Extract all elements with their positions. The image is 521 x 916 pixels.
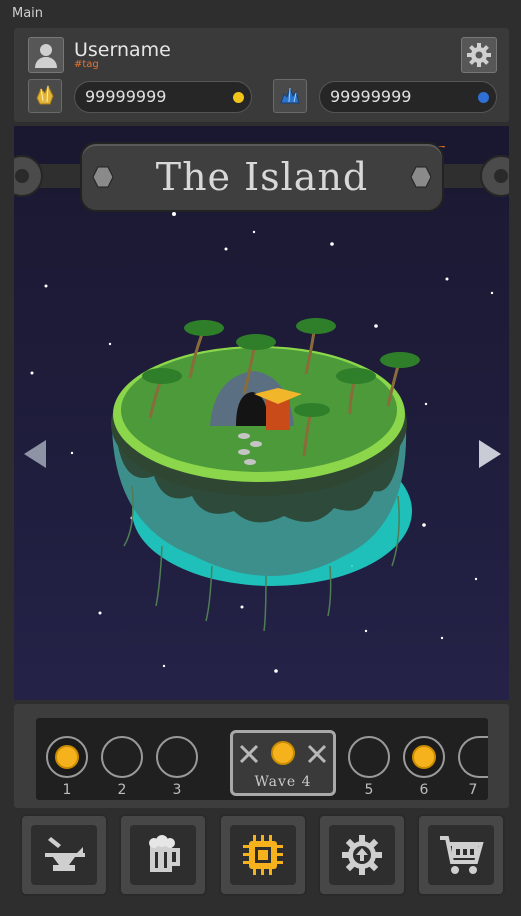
- shop-button[interactable]: [417, 814, 505, 896]
- wave-button-6[interactable]: [403, 736, 445, 778]
- chip-button[interactable]: [219, 814, 307, 896]
- gold-dot: [233, 92, 244, 103]
- user-tag: #tag: [74, 59, 99, 70]
- crossed-swords-icon: [239, 744, 259, 764]
- upgrade-gear-icon: [342, 835, 382, 875]
- current-wave[interactable]: Wave 4: [230, 730, 336, 796]
- gold-counter: 99999999: [74, 81, 252, 113]
- wave-label: 7: [468, 782, 478, 798]
- gold-crystal-icon: [36, 84, 54, 105]
- bolt-icon: [410, 166, 432, 188]
- app-frame: Main Username #tag 99999999 99999999 The…: [0, 0, 521, 916]
- wave-label: 5: [364, 782, 374, 798]
- arrow-left-icon: [24, 440, 46, 468]
- gold-resource-icon-box: [28, 79, 62, 113]
- shop-cart-icon: [440, 836, 484, 874]
- coin-icon: [271, 741, 295, 765]
- wave-label: 3: [172, 782, 182, 798]
- upgrade-button[interactable]: [318, 814, 406, 896]
- crossed-swords-icon: [307, 744, 327, 764]
- gear-icon: [467, 43, 491, 67]
- coin-icon: [412, 745, 436, 769]
- current-wave-label: Wave 4: [254, 774, 312, 790]
- next-island-button[interactable]: [475, 436, 505, 472]
- shop-face: [428, 825, 494, 885]
- avatar[interactable]: [28, 37, 64, 73]
- forge-face: [31, 825, 97, 885]
- gem-counter: 99999999: [319, 81, 497, 113]
- gem-value: 99999999: [330, 87, 412, 106]
- island-scene: The Island: [14, 126, 509, 700]
- title-banner: The Island: [14, 138, 509, 214]
- beer-mug-icon: [149, 835, 180, 872]
- anvil-icon: [45, 837, 85, 871]
- gold-value: 99999999: [85, 87, 167, 106]
- wave-label: 1: [62, 782, 72, 798]
- wave-button-1[interactable]: [46, 736, 88, 778]
- bolt-icon: [92, 166, 114, 188]
- upgrade-face: [329, 825, 395, 885]
- wave-button-3[interactable]: [156, 736, 198, 778]
- settings-button[interactable]: [461, 37, 497, 73]
- title-plate: The Island: [80, 142, 444, 212]
- player-header: Username #tag 99999999 99999999: [14, 28, 509, 122]
- prev-island-button[interactable]: [20, 436, 50, 472]
- wave-label: 2: [117, 782, 127, 798]
- wave-track: 1 2 3 Wave 4 5 6 7: [36, 718, 488, 800]
- username: Username: [74, 39, 171, 61]
- arrow-right-icon: [479, 440, 501, 468]
- forge-button[interactable]: [20, 814, 108, 896]
- blue-gem-icon: [280, 86, 300, 104]
- tavern-face: [130, 825, 196, 885]
- wave-button-2[interactable]: [101, 736, 143, 778]
- gem-dot: [478, 92, 489, 103]
- window-title: Main: [12, 6, 44, 21]
- wave-selector-panel: 1 2 3 Wave 4 5 6 7: [14, 704, 509, 808]
- wave-label: 6: [419, 782, 429, 798]
- tavern-button[interactable]: [119, 814, 207, 896]
- chip-face: [230, 825, 296, 885]
- user-icon: [35, 44, 57, 68]
- coin-icon: [55, 745, 79, 769]
- gem-resource-icon-box: [273, 79, 307, 113]
- wave-button-7[interactable]: [458, 736, 488, 778]
- wave-button-5[interactable]: [348, 736, 390, 778]
- bottom-toolbar: [14, 812, 509, 904]
- chip-icon: [243, 835, 283, 875]
- scene-title: The Island: [155, 155, 369, 199]
